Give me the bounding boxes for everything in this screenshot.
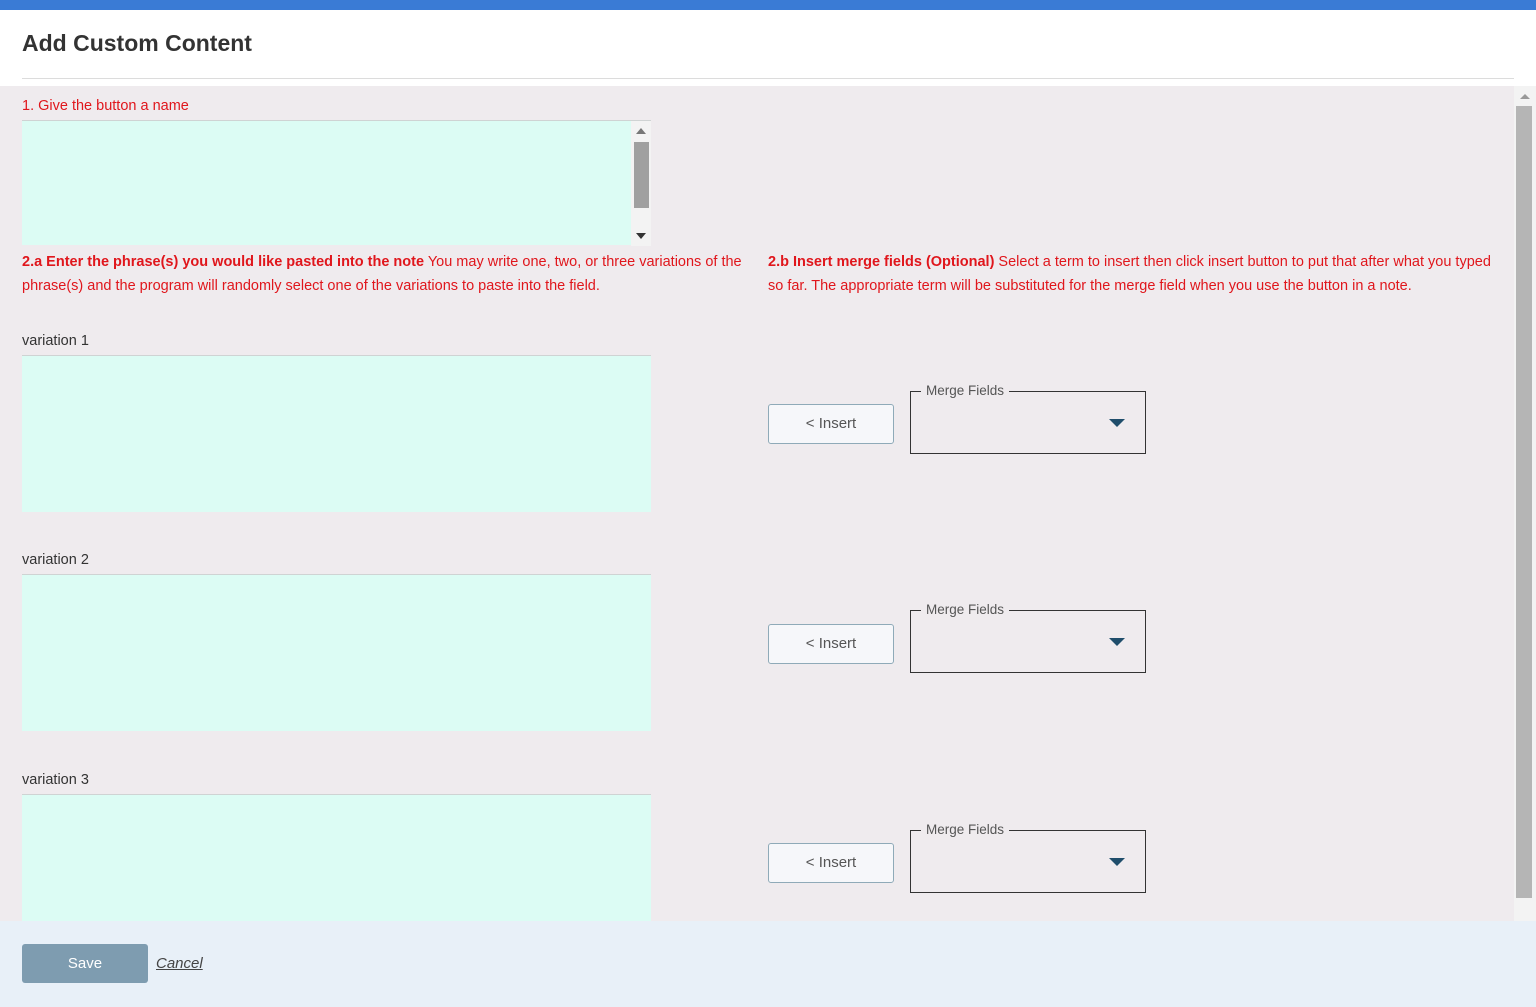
variation-3-label: variation 3 <box>22 772 89 788</box>
variation-3-textarea[interactable] <box>22 794 651 921</box>
scroll-up-arrow-icon[interactable] <box>1520 94 1530 99</box>
button-name-textarea[interactable] <box>22 120 651 246</box>
chevron-down-icon[interactable] <box>1109 858 1125 866</box>
variation-2-label: variation 2 <box>22 552 89 568</box>
top-accent-bar <box>0 0 1536 10</box>
variation-1-insert-button[interactable]: < Insert <box>768 404 894 444</box>
scroll-down-arrow-icon[interactable] <box>636 233 646 239</box>
chevron-down-icon[interactable] <box>1109 419 1125 427</box>
phrase-instructions: 2.a Enter the phrase(s) you would like p… <box>22 250 742 298</box>
scrollbar-thumb[interactable] <box>634 142 649 208</box>
button-name-scrollbar[interactable] <box>631 121 651 246</box>
phrase-instructions-heading: 2.a Enter the phrase(s) you would like p… <box>22 254 425 270</box>
merge-fields-legend: Merge Fields <box>921 383 1010 398</box>
dialog-body: 1. Give the button a name 2.a Enter the … <box>0 86 1514 921</box>
merge-instructions-heading: 2.b Insert merge fields (Optional) <box>768 254 995 270</box>
dialog-title: Add Custom Content <box>22 30 252 56</box>
merge-fields-legend: Merge Fields <box>921 822 1010 837</box>
variation-3-merge-fields-select[interactable]: Merge Fields <box>910 822 1146 893</box>
variation-1-merge-fields-select[interactable]: Merge Fields <box>910 383 1146 454</box>
save-button[interactable]: Save <box>22 944 148 983</box>
variation-2-insert-button[interactable]: < Insert <box>768 624 894 664</box>
dialog-scrollbar[interactable] <box>1514 86 1536 921</box>
dialog-header: Add Custom Content <box>0 10 1536 86</box>
cancel-link[interactable]: Cancel <box>156 955 203 972</box>
merge-instructions: 2.b Insert merge fields (Optional) Selec… <box>768 250 1498 298</box>
variation-1-label: variation 1 <box>22 333 89 349</box>
dialog-footer: Save Cancel <box>0 921 1536 1007</box>
button-name-label: 1. Give the button a name <box>22 98 189 114</box>
variation-2-textarea[interactable] <box>22 574 651 731</box>
variation-2-merge-fields-select[interactable]: Merge Fields <box>910 602 1146 673</box>
variation-1-textarea[interactable] <box>22 355 651 512</box>
header-divider <box>22 78 1514 79</box>
chevron-down-icon[interactable] <box>1109 638 1125 646</box>
scrollbar-thumb[interactable] <box>1516 106 1532 898</box>
variation-3-insert-button[interactable]: < Insert <box>768 843 894 883</box>
scroll-up-arrow-icon[interactable] <box>636 128 646 134</box>
merge-fields-legend: Merge Fields <box>921 602 1010 617</box>
